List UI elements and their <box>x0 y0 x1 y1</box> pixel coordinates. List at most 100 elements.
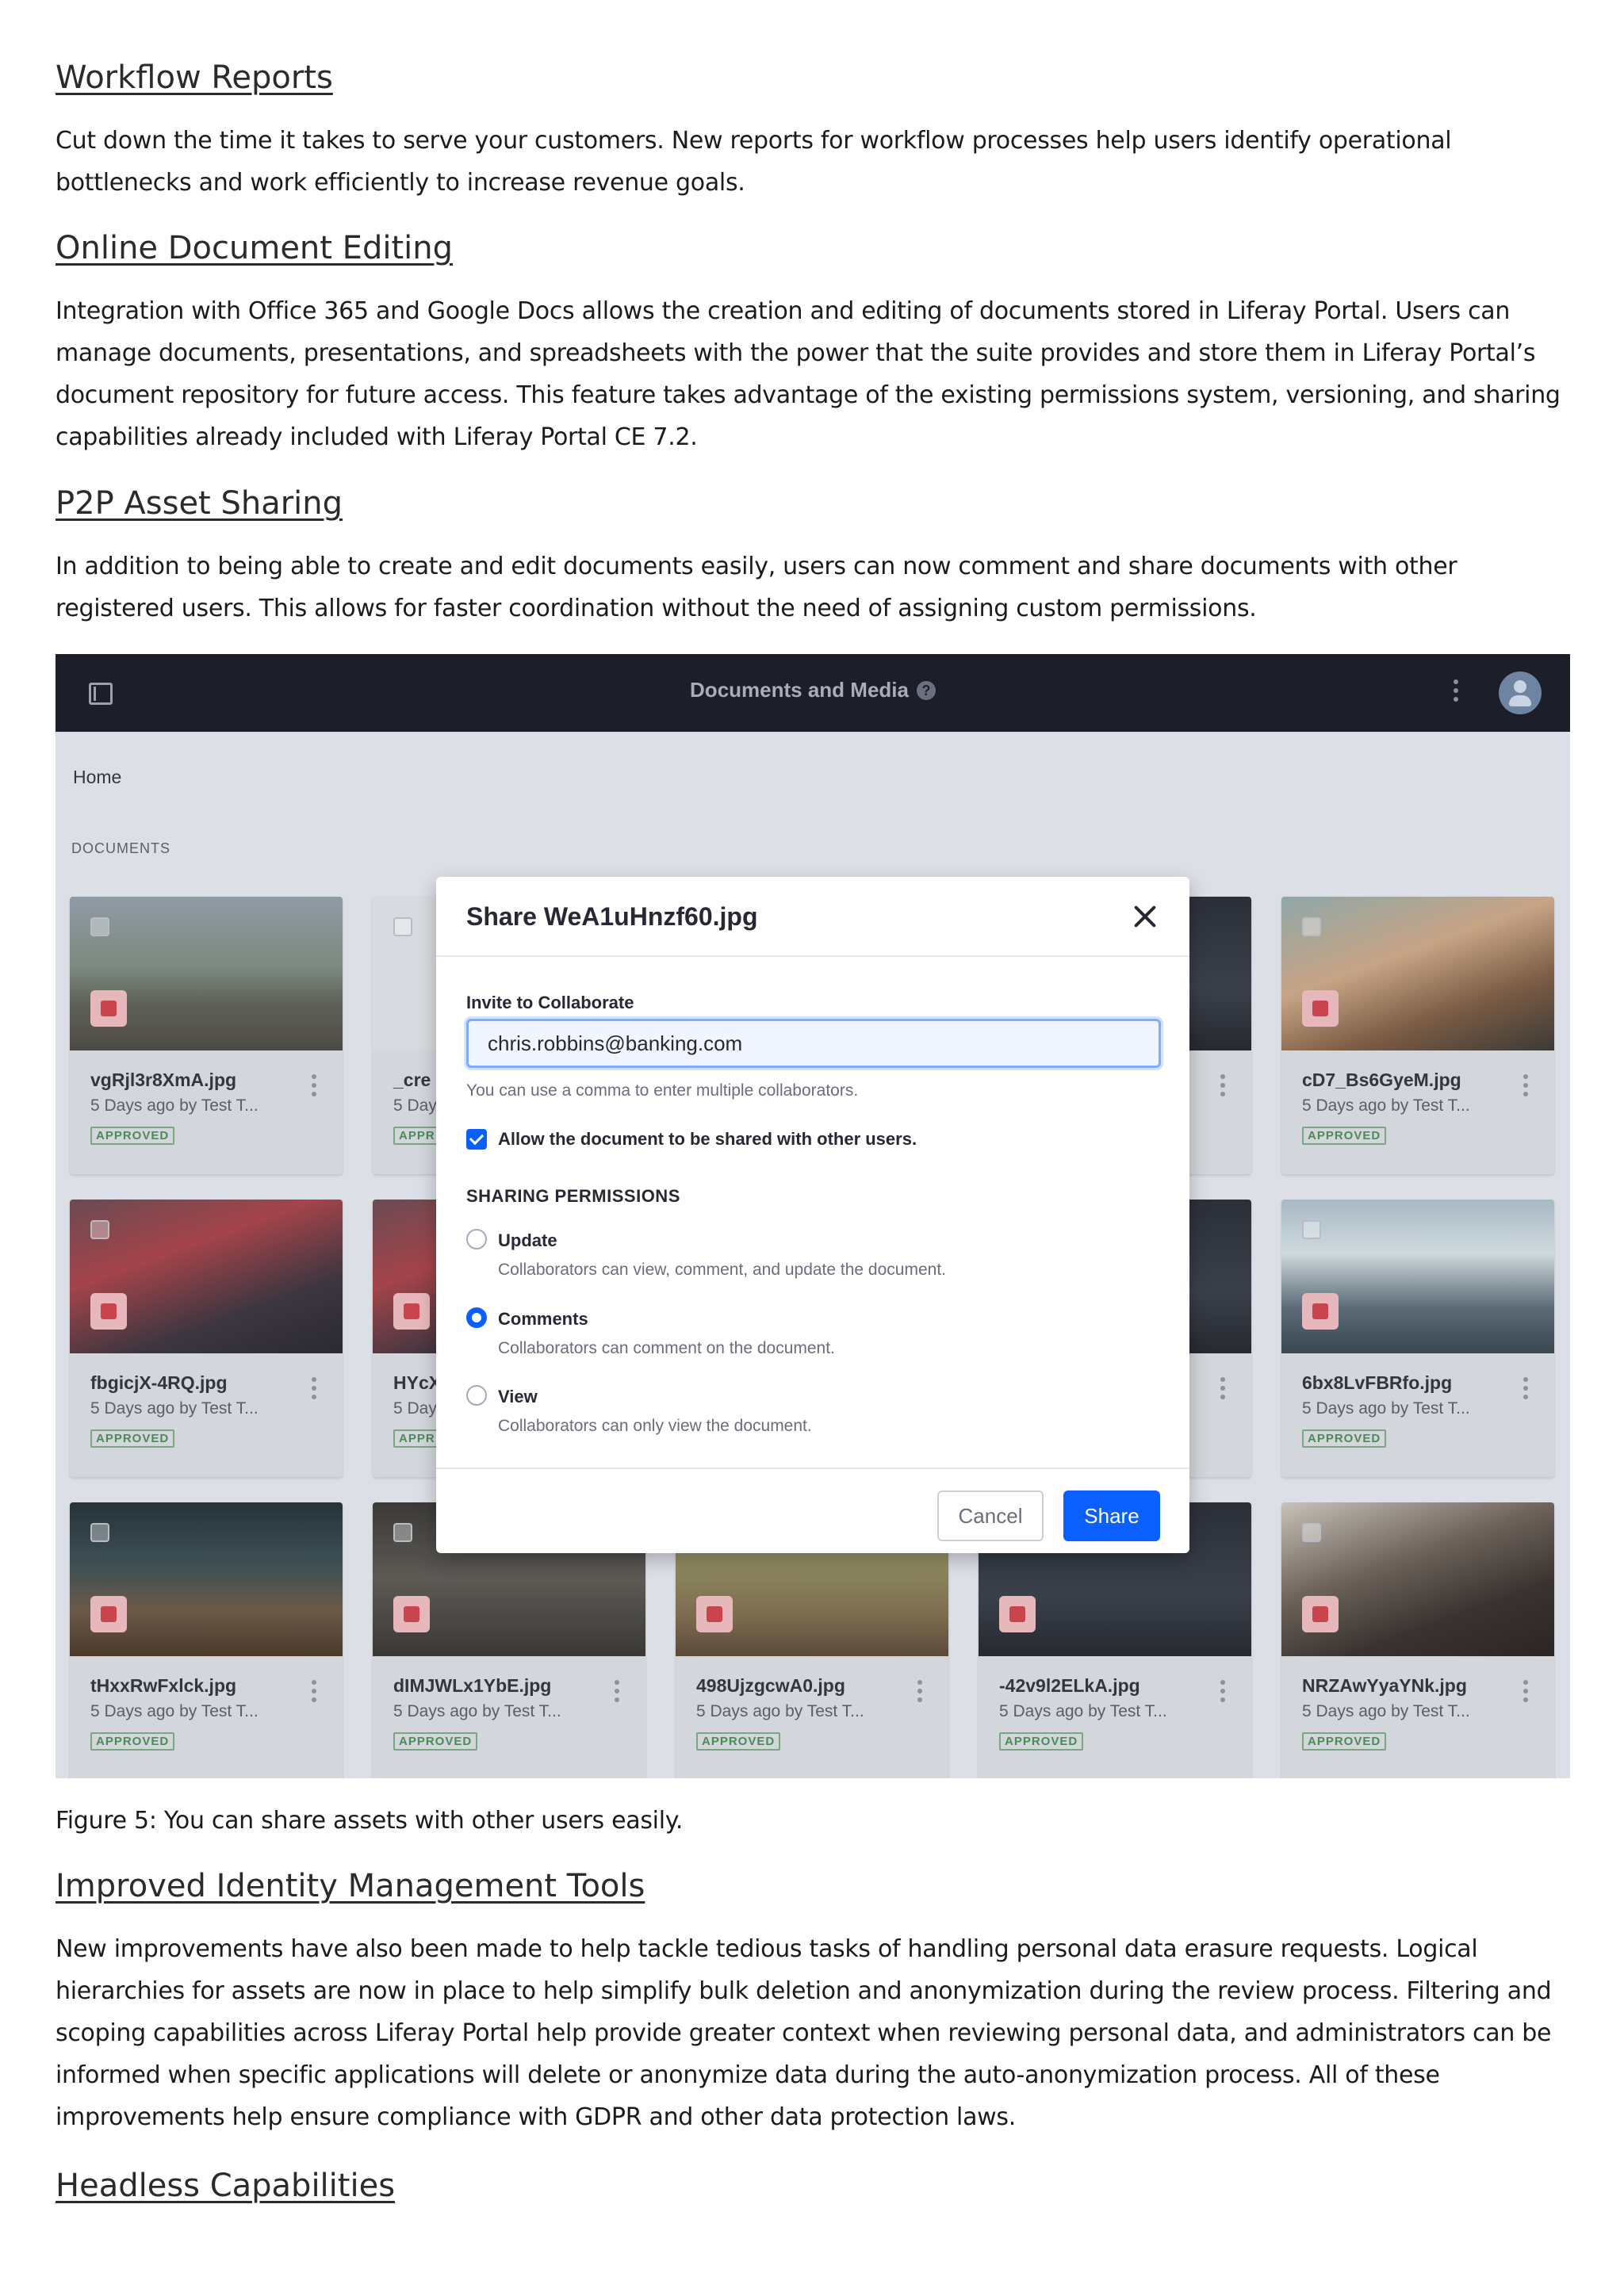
select-checkbox[interactable] <box>393 1523 412 1542</box>
image-file-icon <box>90 990 127 1027</box>
select-checkbox[interactable] <box>90 917 109 936</box>
document-name[interactable]: NRZAwYyaYNk.jpg <box>1302 1675 1467 1697</box>
image-file-icon <box>999 1596 1036 1632</box>
card-kebab-icon[interactable] <box>1220 1680 1226 1707</box>
card-kebab-icon[interactable] <box>1522 1680 1529 1707</box>
card-kebab-icon[interactable] <box>917 1680 923 1707</box>
heading-identity-management: Improved Identity Management Tools <box>56 1868 645 1904</box>
document-name[interactable]: fbgicjX-4RQ.jpg <box>90 1372 228 1394</box>
status-badge: APPROVED <box>1302 1732 1387 1751</box>
document-name[interactable]: 498UjzgcwA0.jpg <box>696 1675 845 1697</box>
document-card[interactable]: tHxxRwFxlck.jpg 5 Days ago by Test T... … <box>70 1502 343 1778</box>
card-kebab-icon[interactable] <box>1522 1074 1529 1101</box>
document-thumbnail <box>1281 1502 1554 1656</box>
user-avatar[interactable] <box>1499 672 1542 714</box>
card-kebab-icon[interactable] <box>1522 1377 1529 1404</box>
document-name[interactable]: -42v9l2ELkA.jpg <box>999 1675 1140 1697</box>
option-comments-label[interactable]: Comments <box>498 1309 588 1330</box>
status-badge: APPROVED <box>1302 1429 1387 1448</box>
status-badge: APPROVED <box>90 1429 175 1448</box>
image-file-icon <box>696 1596 733 1632</box>
document-name[interactable]: vgRjl3r8XmA.jpg <box>90 1070 236 1091</box>
allow-share-checkbox[interactable] <box>466 1129 487 1150</box>
status-badge: APPROVED <box>393 1732 478 1751</box>
help-icon[interactable]: ? <box>916 681 936 700</box>
status-badge: APPROVED <box>90 1732 175 1751</box>
allow-share-label[interactable]: Allow the document to be shared with oth… <box>498 1129 917 1150</box>
share-button[interactable]: Share <box>1063 1490 1160 1541</box>
sharing-permissions-heading: SHARING PERMISSIONS <box>466 1186 680 1206</box>
select-checkbox[interactable] <box>90 1220 109 1239</box>
paragraph-p2p-asset-sharing: In addition to being able to create and … <box>56 553 1457 622</box>
radio-comments[interactable] <box>466 1307 487 1328</box>
paragraph-workflow-reports: Cut down the time it takes to serve your… <box>56 127 1452 197</box>
status-badge: APPROVED <box>1302 1127 1387 1145</box>
card-kebab-icon[interactable] <box>311 1680 317 1707</box>
heading-workflow-reports: Workflow Reports <box>56 59 333 96</box>
card-kebab-icon[interactable] <box>311 1377 317 1404</box>
dialog-title: Share WeA1uHnzf60.jpg <box>466 902 758 931</box>
document-card[interactable]: fbgicjX-4RQ.jpg 5 Days ago by Test T... … <box>70 1200 343 1477</box>
option-view-label[interactable]: View <box>498 1387 538 1407</box>
radio-update[interactable] <box>466 1229 487 1249</box>
select-checkbox[interactable] <box>1302 1220 1321 1239</box>
status-badge: APPR <box>393 1127 441 1145</box>
close-icon[interactable] <box>1129 901 1161 932</box>
status-badge: APPROVED <box>696 1732 781 1751</box>
document-meta: 5 Days ago by Test T... <box>1302 1399 1470 1418</box>
breadcrumb-home[interactable]: Home <box>73 767 121 788</box>
document-name[interactable]: 6bx8LvFBRfo.jpg <box>1302 1372 1452 1394</box>
document-thumbnail <box>1281 1200 1554 1353</box>
document-card[interactable]: NRZAwYyaYNk.jpg 5 Days ago by Test T... … <box>1281 1502 1554 1778</box>
card-kebab-icon[interactable] <box>614 1680 620 1707</box>
document-thumbnail <box>1281 897 1554 1050</box>
document-meta: 5 Days ago by Test T... <box>999 1702 1167 1720</box>
status-badge: APPROVED <box>999 1732 1084 1751</box>
invite-help-text: You can use a comma to enter multiple co… <box>466 1081 859 1100</box>
invite-label: Invite to Collaborate <box>466 993 634 1012</box>
document-name[interactable]: HYcX <box>393 1372 441 1394</box>
divider <box>436 955 1189 957</box>
paragraph-online-document-editing: Integration with Office 365 and Google D… <box>56 297 1561 451</box>
document-card[interactable]: 6bx8LvFBRfo.jpg 5 Days ago by Test T... … <box>1281 1200 1554 1477</box>
image-file-icon <box>393 1596 430 1632</box>
option-view-desc: Collaborators can only view the document… <box>498 1417 812 1435</box>
document-meta: 5 Day <box>393 1096 437 1115</box>
document-card[interactable]: vgRjl3r8XmA.jpg 5 Days ago by Test T... … <box>70 897 343 1174</box>
document-thumbnail <box>70 897 343 1050</box>
option-update-desc: Collaborators can view, comment, and upd… <box>498 1261 946 1279</box>
select-checkbox[interactable] <box>393 917 412 936</box>
document-card[interactable]: cD7_Bs6GyeM.jpg 5 Days ago by Test T... … <box>1281 897 1554 1174</box>
document-meta: 5 Days ago by Test T... <box>90 1702 259 1720</box>
select-checkbox[interactable] <box>1302 1523 1321 1542</box>
option-update-label[interactable]: Update <box>498 1230 557 1251</box>
image-file-icon <box>1302 1596 1339 1632</box>
document-meta: 5 Days ago by Test T... <box>90 1096 259 1115</box>
radio-view[interactable] <box>466 1385 487 1406</box>
image-file-icon <box>1302 1293 1339 1330</box>
card-kebab-icon[interactable] <box>1220 1074 1226 1101</box>
heading-online-document-editing: Online Document Editing <box>56 230 453 266</box>
select-checkbox[interactable] <box>1302 917 1321 936</box>
divider <box>436 1468 1189 1469</box>
share-dialog: Share WeA1uHnzf60.jpg Invite to Collabor… <box>436 877 1189 1553</box>
document-name[interactable]: tHxxRwFxlck.jpg <box>90 1675 236 1697</box>
image-file-icon <box>1302 990 1339 1027</box>
document-meta: 5 Days ago by Test T... <box>696 1702 864 1720</box>
document-name[interactable]: cD7_Bs6GyeM.jpg <box>1302 1070 1461 1091</box>
select-checkbox[interactable] <box>90 1523 109 1542</box>
image-file-icon <box>90 1293 127 1330</box>
document-thumbnail <box>70 1200 343 1353</box>
document-name[interactable]: dIMJWLx1YbE.jpg <box>393 1675 551 1697</box>
status-badge: APPROVED <box>90 1127 175 1145</box>
documents-section-label: DOCUMENTS <box>71 840 170 856</box>
invite-collaborators-input[interactable] <box>466 1019 1161 1068</box>
topbar-kebab-icon[interactable] <box>1453 679 1459 706</box>
document-meta: 5 Days ago by Test T... <box>393 1702 561 1720</box>
document-meta: 5 Day <box>393 1399 437 1418</box>
card-kebab-icon[interactable] <box>311 1074 317 1101</box>
cancel-button[interactable]: Cancel <box>937 1490 1044 1541</box>
app-title: Documents and Media <box>690 678 909 702</box>
card-kebab-icon[interactable] <box>1220 1377 1226 1404</box>
document-name[interactable]: _cre <box>393 1070 431 1091</box>
